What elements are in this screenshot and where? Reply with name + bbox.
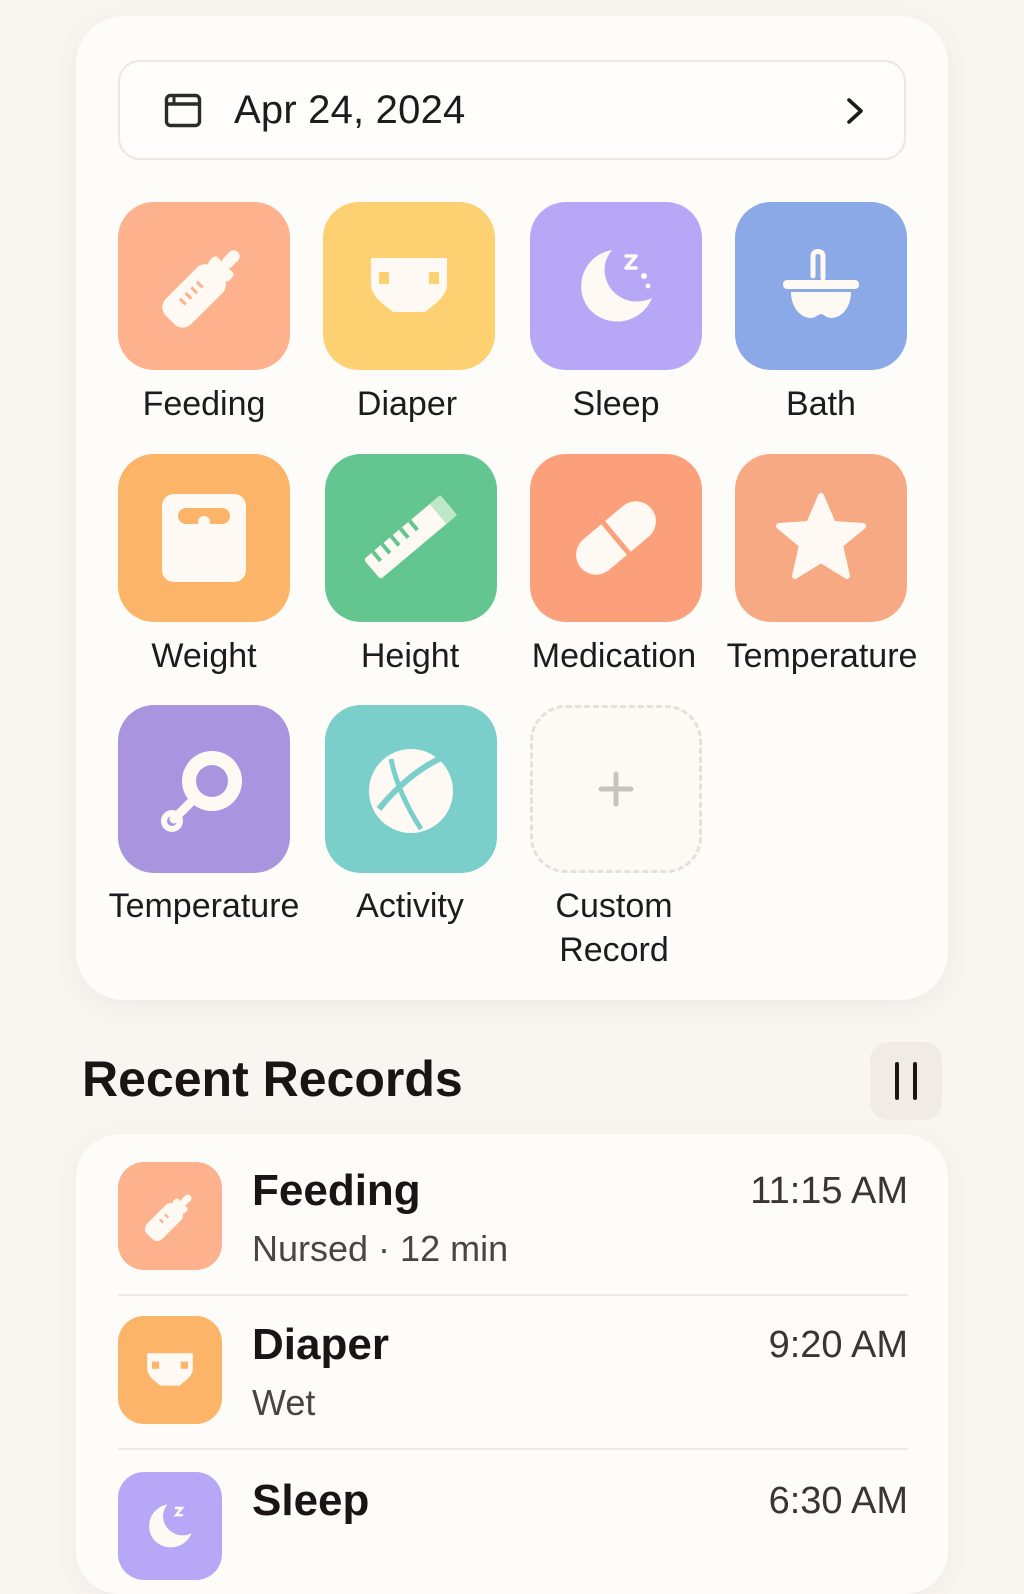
record-time: 6:30 AM: [768, 1480, 908, 1522]
tile-custom-record[interactable]: [530, 705, 702, 873]
tile-label-temperature: Temperature: [726, 637, 918, 675]
divider: [118, 1448, 908, 1450]
tile-sleep[interactable]: [530, 202, 702, 370]
tile-activity[interactable]: [325, 705, 497, 873]
calendar-icon: [164, 93, 202, 128]
section-title: Recent Records: [82, 1051, 463, 1107]
tile-label-custom-record: Custom Record: [555, 887, 673, 969]
record-subtitle: Wet: [252, 1382, 316, 1423]
record-icon: [118, 1472, 222, 1580]
diaper-icon: [147, 1353, 193, 1386]
record-title: Feeding: [252, 1166, 421, 1215]
rattle-icon: [161, 751, 242, 832]
tile-medication[interactable]: [530, 454, 702, 622]
tile-label-height: Height: [360, 637, 460, 675]
tile-diaper[interactable]: [323, 202, 495, 370]
ruler-icon: [364, 495, 458, 579]
record-title: Diaper: [252, 1320, 389, 1369]
record-subtitle: Nursed · 12 min: [252, 1228, 509, 1269]
scale-icon: [162, 494, 246, 582]
date-selector[interactable]: Apr 24, 2024: [118, 60, 906, 160]
plus-icon: [598, 771, 634, 807]
pause-icon: [895, 1062, 899, 1100]
tile-bath[interactable]: [735, 202, 907, 370]
tile-label-sleep: Sleep: [572, 385, 660, 423]
tile-label-feeding: Feeding: [142, 385, 266, 423]
list-item[interactable]: Sleep 6:30 AM: [118, 1472, 908, 1582]
record-title: Sleep: [252, 1476, 370, 1525]
ball-icon: [369, 749, 453, 833]
pause-icon-bar: [913, 1062, 917, 1100]
tile-temperature[interactable]: [735, 454, 907, 622]
tile-label-temperature-2: Temperature: [108, 887, 300, 925]
chevron-right-icon[interactable]: [838, 94, 872, 128]
diaper-icon: [371, 258, 447, 312]
baby-bottle-icon: [162, 250, 240, 328]
baby-bottle-icon: [144, 1194, 192, 1242]
list-item[interactable]: Feeding Nursed · 12 min 11:15 AM: [118, 1162, 908, 1272]
tile-feeding[interactable]: [118, 202, 290, 370]
record-icon: [118, 1316, 222, 1424]
record-icon: [118, 1162, 222, 1270]
record-time: 11:15 AM: [750, 1170, 908, 1212]
moon-icon: [149, 1504, 192, 1548]
tile-label-diaper: Diaper: [356, 385, 458, 423]
bathtub-icon: [783, 249, 859, 318]
pill-icon: [576, 501, 656, 575]
tile-label-medication: Medication: [531, 637, 697, 675]
tile-weight[interactable]: [118, 454, 290, 622]
tile-label-activity: Activity: [356, 887, 464, 925]
tile-height[interactable]: [325, 454, 497, 622]
star-icon: [776, 493, 866, 579]
tile-label-weight: Weight: [151, 637, 257, 675]
pause-button[interactable]: [870, 1042, 942, 1120]
list-item[interactable]: Diaper Wet 9:20 AM: [118, 1316, 908, 1426]
tile-label-bath: Bath: [786, 385, 856, 423]
moon-icon: [581, 250, 652, 322]
divider: [118, 1294, 908, 1296]
record-time: 9:20 AM: [768, 1324, 908, 1366]
selected-date: Apr 24, 2024: [234, 87, 466, 132]
tile-temperature-2[interactable]: [118, 705, 290, 873]
